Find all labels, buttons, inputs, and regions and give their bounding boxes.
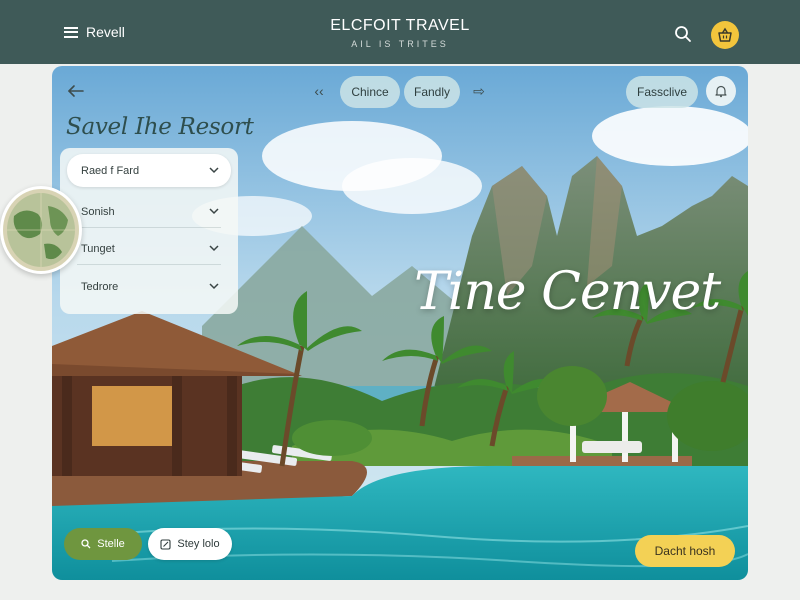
globe-icon xyxy=(3,189,79,271)
explore-button-label: Stelle xyxy=(97,538,125,550)
filter-label: Raed f Fard xyxy=(81,164,140,177)
bell-icon xyxy=(715,85,727,98)
stay-button-label: Stey lolo xyxy=(177,538,220,550)
chevron-down-icon xyxy=(209,208,219,215)
filter-panel: Raed f Fard Sonish Tunget Tedrore xyxy=(60,148,238,314)
filter-dropdown-2[interactable]: Sonish xyxy=(67,195,231,228)
hero-card: ‹‹ Chince Fandly ⇨ Fassclive Savel Ihe R… xyxy=(52,66,748,580)
arrow-right-icon: ⇨ xyxy=(473,82,485,99)
filter-dropdown-1[interactable]: Raed f Fard xyxy=(67,154,231,187)
chip-fassclive[interactable]: Fassclive xyxy=(626,76,698,108)
filter-label: Tunget xyxy=(81,242,115,255)
chip-fandly[interactable]: Fandly xyxy=(404,76,460,108)
filter-dropdown-3[interactable]: Tunget xyxy=(67,232,231,265)
chevron-left-icon: ‹‹ xyxy=(314,83,324,99)
filter-label: Tedrore xyxy=(81,280,119,293)
edit-icon xyxy=(160,538,171,550)
search-icon xyxy=(81,539,91,549)
back-button[interactable] xyxy=(66,82,86,100)
chevron-down-icon xyxy=(209,167,219,174)
resort-scene-image xyxy=(52,66,748,580)
cart-button[interactable] xyxy=(711,21,739,49)
chip-chince[interactable]: Chince xyxy=(340,76,400,108)
hero-heading: Savel Ihe Resort xyxy=(66,114,254,140)
chevron-down-icon xyxy=(209,283,219,290)
globe-badge[interactable] xyxy=(0,186,82,274)
filter-label: Sonish xyxy=(81,205,115,218)
top-header: Revell ELCFOIT TRAVEL AIL IS TRITES xyxy=(0,0,800,64)
chevron-down-icon xyxy=(209,245,219,252)
filter-dropdown-4[interactable]: Tedrore xyxy=(67,270,231,303)
stay-button[interactable]: Stey lolo xyxy=(148,528,232,560)
arrow-left-icon xyxy=(68,85,84,97)
prev-chip-button[interactable]: ‹‹ xyxy=(310,82,328,100)
basket-icon xyxy=(718,27,732,42)
hero-script-title: Tine Cenvet xyxy=(414,262,721,322)
next-chip-button[interactable]: ⇨ xyxy=(470,82,488,100)
notification-button[interactable] xyxy=(706,76,736,106)
search-icon xyxy=(675,26,691,42)
book-button[interactable]: Dacht hosh xyxy=(635,535,735,567)
search-button[interactable] xyxy=(674,25,692,43)
explore-button[interactable]: Stelle xyxy=(64,528,142,560)
